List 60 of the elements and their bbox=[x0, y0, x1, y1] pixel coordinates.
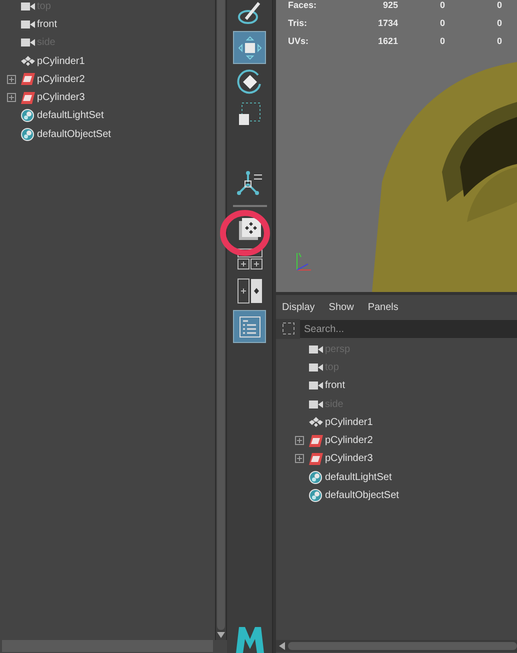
stat-value: 0 bbox=[438, 17, 445, 30]
mesh-icon bbox=[20, 73, 34, 86]
stat-label: UVs: bbox=[288, 35, 310, 48]
camera-icon bbox=[308, 400, 322, 409]
outliner-item[interactable]: pCylinder3 bbox=[325, 451, 373, 466]
down-arrow-icon[interactable] bbox=[217, 632, 225, 638]
outliner-item[interactable]: pCylinder1 bbox=[325, 414, 373, 430]
selection-frame-icon[interactable] bbox=[276, 319, 300, 339]
stat-value: 925 bbox=[382, 0, 398, 12]
expand-box-icon[interactable] bbox=[7, 93, 16, 102]
annotation-circle bbox=[218, 209, 272, 259]
viewport[interactable]: Faces: 925 0 0 Tris: 1734 0 0 UVs: 1621 0 0 bbox=[273, 0, 517, 292]
stat-value: 0 bbox=[438, 0, 445, 12]
axis-gizmo-icon bbox=[294, 250, 314, 272]
expand-box-icon[interactable] bbox=[295, 436, 304, 446]
expand-box-icon[interactable] bbox=[295, 454, 304, 464]
camera-icon bbox=[20, 20, 34, 29]
camera-icon bbox=[20, 2, 34, 11]
diamond-cluster-icon bbox=[20, 56, 34, 66]
mesh-icon bbox=[308, 434, 322, 447]
camera-icon bbox=[308, 362, 322, 372]
left-arrow-icon[interactable] bbox=[279, 642, 285, 650]
outliner-tool[interactable] bbox=[233, 310, 266, 343]
horizontal-scrollbar[interactable] bbox=[276, 640, 517, 652]
set-icon bbox=[309, 489, 322, 502]
stat-value: 1734 bbox=[376, 17, 398, 30]
outliner-item[interactable]: pCylinder2 bbox=[37, 72, 85, 87]
mesh-icon bbox=[20, 92, 34, 104]
search-field[interactable]: Search... bbox=[300, 320, 517, 338]
set-icon bbox=[21, 128, 34, 141]
diamond-cluster-icon bbox=[308, 417, 322, 428]
outliner-item[interactable]: front bbox=[325, 378, 346, 394]
expand-box-icon[interactable] bbox=[7, 74, 16, 84]
stat-value: 0 bbox=[438, 35, 445, 48]
camera-icon bbox=[20, 38, 34, 48]
outliner-item[interactable]: defaultLightSet bbox=[37, 108, 104, 124]
outliner-item[interactable]: pCylinder2 bbox=[325, 433, 373, 448]
vertical-scrollbar[interactable] bbox=[215, 0, 227, 640]
m-logo-icon[interactable] bbox=[234, 625, 264, 653]
stat-value: 0 bbox=[496, 35, 502, 48]
stat-value: 0 bbox=[496, 0, 502, 12]
menu-item[interactable]: Display bbox=[282, 300, 315, 314]
set-icon bbox=[309, 470, 322, 484]
menu-item[interactable]: Show bbox=[328, 300, 354, 314]
outliner-item[interactable]: defaultObjectSet bbox=[37, 126, 111, 142]
menu-item[interactable]: Panels bbox=[368, 300, 398, 314]
camera-icon bbox=[308, 344, 322, 354]
outliner-item[interactable]: defaultObjectSet bbox=[325, 488, 399, 504]
outliner-item[interactable]: pCylinder1 bbox=[37, 54, 85, 69]
stat-label: Faces: bbox=[288, 0, 318, 12]
split-layout-button[interactable] bbox=[234, 277, 264, 305]
outliner-item[interactable]: defaultLightSet bbox=[325, 470, 392, 485]
stat-label: Tris: bbox=[288, 17, 308, 30]
camera-icon bbox=[308, 381, 322, 390]
stat-value: 1621 bbox=[376, 35, 398, 48]
outliner-item[interactable]: pCylinder3 bbox=[37, 90, 85, 106]
mesh-icon bbox=[308, 452, 322, 465]
set-icon bbox=[21, 109, 34, 122]
outliner-item[interactable]: front bbox=[37, 16, 58, 32]
stat-value: 0 bbox=[496, 17, 502, 30]
